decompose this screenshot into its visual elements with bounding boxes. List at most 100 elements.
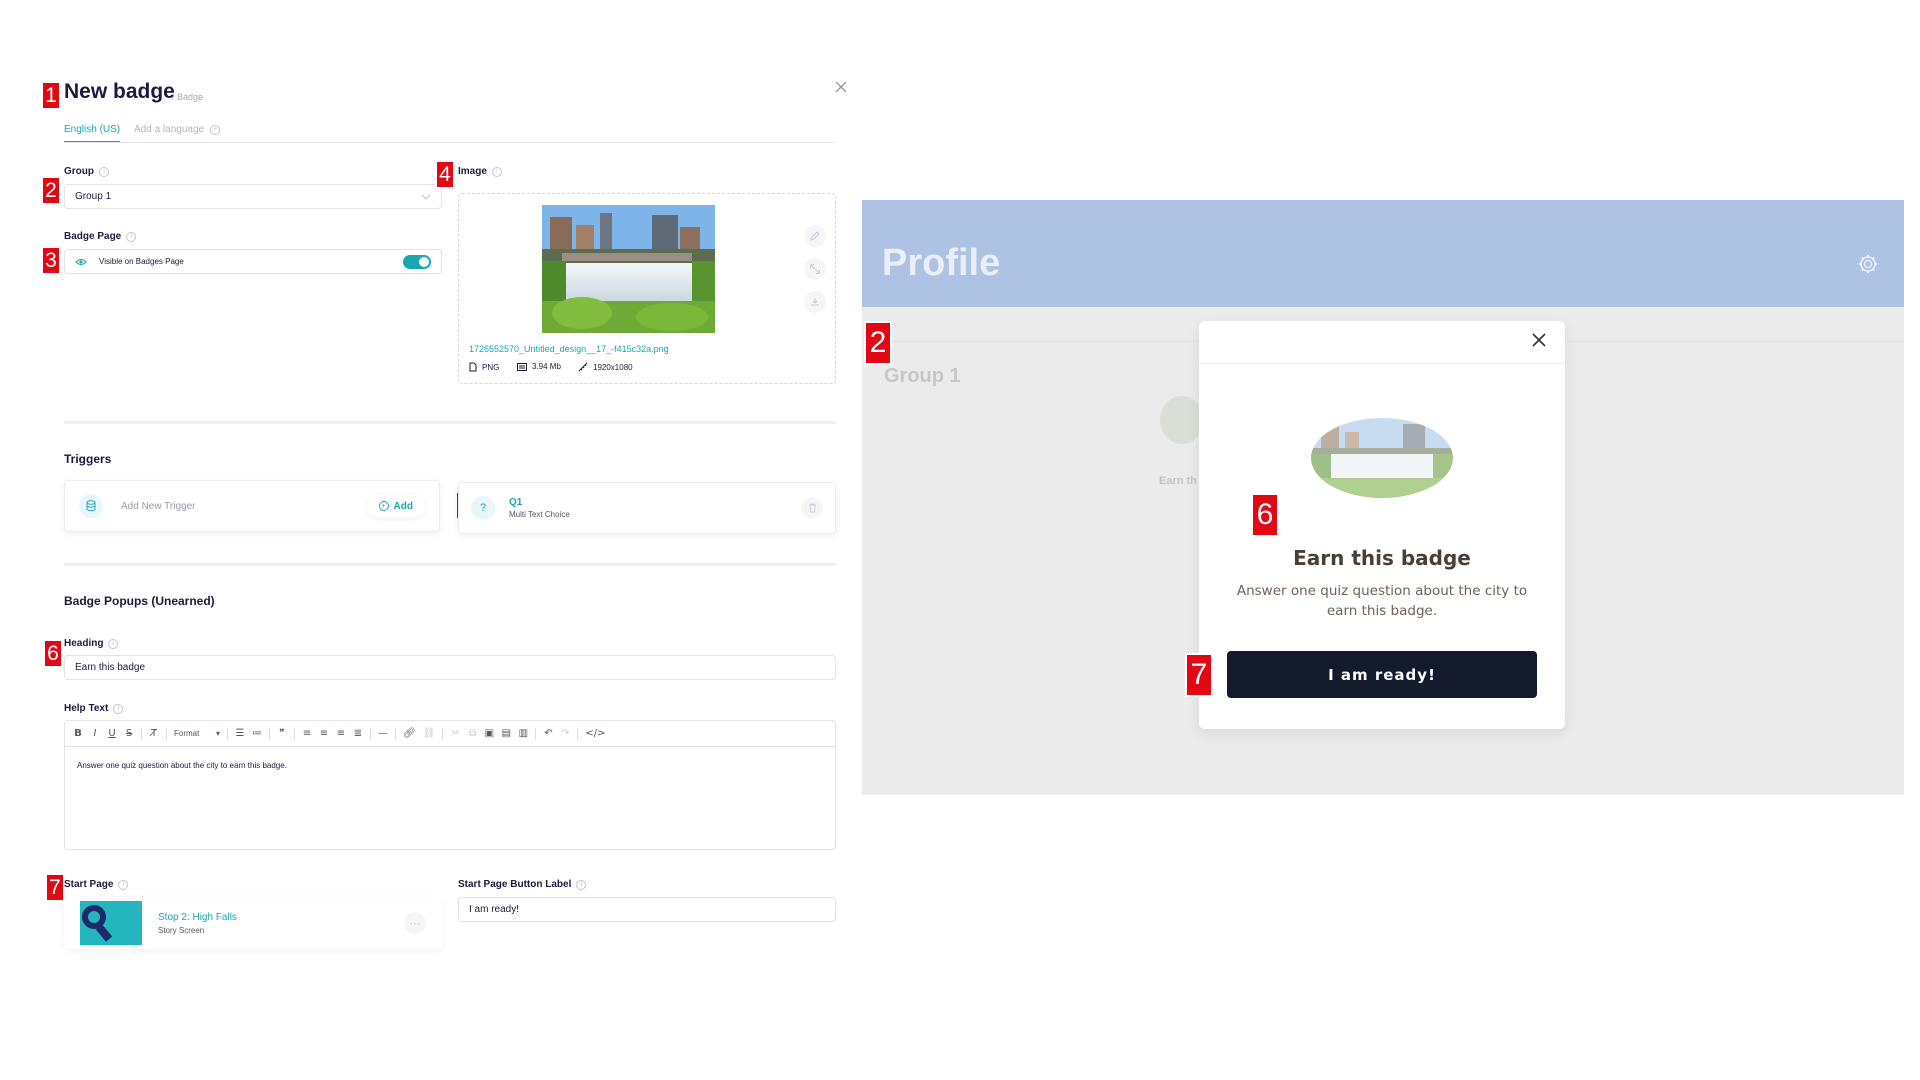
info-icon: i <box>491 166 502 177</box>
trigger-item[interactable]: ? Q1 Multi Text Choice <box>458 482 836 534</box>
trigger-item-subtitle: Multi Text Choice <box>509 510 570 519</box>
italic-icon[interactable]: I <box>90 728 100 739</box>
caret-down-icon: ▾ <box>215 729 220 738</box>
download-icon[interactable] <box>804 291 826 313</box>
start-page-label: Start Page i <box>64 879 129 890</box>
badge-image <box>1311 418 1453 498</box>
image-actions <box>804 225 826 313</box>
popup-heading: Earn this badge <box>1293 546 1471 570</box>
strikethrough-icon[interactable]: S <box>124 728 134 739</box>
image-file-type: PNG <box>469 362 499 372</box>
help-text-editor[interactable]: Answer one quiz question about the city … <box>64 746 836 850</box>
bullet-list-icon[interactable]: ≔ <box>252 728 262 739</box>
annotation-marker-7-preview: 7 <box>1185 653 1213 697</box>
link-icon[interactable]: 🔗︎ <box>403 728 416 739</box>
toolbar-separator <box>166 727 167 740</box>
edit-icon[interactable] <box>804 225 826 247</box>
clear-format-icon[interactable]: T̸ <box>149 728 159 739</box>
start-page-button-label-input[interactable]: I am ready! <box>458 897 836 922</box>
quote-icon[interactable]: ❞ <box>277 728 287 739</box>
image-label: Image i <box>458 166 502 177</box>
paste-icon[interactable]: ▣ <box>484 728 494 739</box>
ghost-badge-image <box>1160 396 1204 444</box>
image-file-size: 3.94 Mb <box>517 362 561 371</box>
badge-popups-title: Badge Popups (Unearned) <box>64 594 215 608</box>
toolbar-separator <box>269 727 270 740</box>
info-icon: i <box>126 231 137 242</box>
profile-title: Profile <box>882 242 1001 284</box>
gear-icon[interactable] <box>1857 253 1879 275</box>
toolbar-separator <box>395 727 396 740</box>
info-icon: i <box>99 166 109 177</box>
cut-icon[interactable]: ✂︎ <box>450 728 460 739</box>
paste-word-icon[interactable]: ▥ <box>518 728 528 739</box>
database-icon <box>79 494 103 518</box>
underline-icon[interactable]: U <box>107 728 117 739</box>
trash-icon[interactable] <box>801 497 823 519</box>
annotation-marker-2-preview: 2 <box>864 321 892 365</box>
badge-popup-modal: 6 Earn this badge Answer one quiz questi… <box>1185 321 1565 729</box>
redo-icon[interactable]: ↷ <box>560 728 570 739</box>
triggers-title: Triggers <box>64 452 112 466</box>
eye-icon <box>75 258 87 265</box>
section-divider <box>64 421 836 424</box>
storage-icon <box>517 362 527 371</box>
horizontal-rule-icon[interactable]: — <box>378 728 388 739</box>
numbered-list-icon[interactable]: ☰ <box>235 728 245 739</box>
start-page-subtitle: Story Screen <box>158 925 205 935</box>
group-select[interactable]: Group 1 <box>64 184 442 209</box>
i-am-ready-button[interactable]: I am ready! <box>1227 651 1537 698</box>
align-left-icon[interactable]: ≡ <box>302 728 312 739</box>
dimensions-text: 1920x1080 <box>593 362 633 372</box>
preview-group-label: Group 1 <box>884 365 961 387</box>
file-size-text: 3.94 Mb <box>532 362 561 371</box>
tab-english-us[interactable]: English (US) <box>64 124 121 143</box>
badge-page-visibility-row: Visible on Badges Page <box>64 249 442 274</box>
align-center-icon[interactable]: ≡ <box>319 728 329 739</box>
align-justify-icon[interactable]: ≣ <box>353 728 363 739</box>
help-text-label: Help Text i <box>64 703 124 714</box>
visibility-toggle[interactable] <box>403 254 431 269</box>
question-icon: ? <box>471 496 495 520</box>
paste-text-icon[interactable]: ▤ <box>501 728 511 739</box>
start-page-card[interactable]: Stop 2: High Falls Story Screen ⋯ <box>64 897 442 949</box>
heading-input[interactable]: Earn this badge <box>64 655 836 680</box>
copy-icon[interactable]: ⧉ <box>467 728 477 739</box>
more-options-icon[interactable]: ⋯ <box>404 912 426 934</box>
start-page-label-text: Start Page <box>64 879 114 890</box>
badge-page-label: Badge Page i <box>64 231 137 242</box>
unlink-icon[interactable]: ⛓︎ <box>423 728 436 739</box>
info-icon: i <box>113 703 124 714</box>
add-trigger-button-label: Add <box>393 500 413 512</box>
annotation-marker-2: 2 <box>41 176 61 205</box>
unlink-icon[interactable] <box>804 258 826 280</box>
rich-text-toolbar: B I U S T̸ Format ▾ ☰ ≔ ❞ ≡ ≡ ≡ ≣ — 🔗︎ ⛓︎… <box>64 720 836 746</box>
heading-label-text: Heading <box>64 638 104 649</box>
align-right-icon[interactable]: ≡ <box>336 728 346 739</box>
format-dropdown[interactable]: Format ▾ <box>174 729 220 738</box>
source-code-icon[interactable]: </> <box>585 728 605 739</box>
toolbar-separator <box>227 727 228 740</box>
annotation-marker-3: 3 <box>41 246 61 275</box>
help-text-label-text: Help Text <box>64 703 109 714</box>
toolbar-separator <box>535 727 537 740</box>
start-page-title: Stop 2: High Falls <box>158 911 237 923</box>
toolbar-separator <box>141 727 142 740</box>
bold-icon[interactable]: B <box>73 728 83 739</box>
image-file-name[interactable]: 1726552570_Untitled_design__17_-f415c32a… <box>469 344 669 354</box>
close-icon[interactable] <box>1532 333 1546 347</box>
page-title: New badge <box>64 80 175 103</box>
start-page-button-label-label: Start Page Button Label i <box>458 879 587 890</box>
undo-icon[interactable]: ↶ <box>543 728 553 739</box>
profile-preview: Profile 2 Group 1 Earn th 6 Earn this ba… <box>862 200 1904 795</box>
file-type-text: PNG <box>482 362 500 372</box>
toolbar-separator <box>370 727 371 740</box>
badge-image-thumbnail <box>542 205 715 333</box>
modal-divider <box>1199 363 1565 364</box>
add-trigger-button[interactable]: + Add <box>367 495 425 518</box>
section-divider <box>64 563 836 566</box>
plus-circle-icon: + <box>378 501 389 511</box>
story-screen-thumbnail <box>80 901 142 945</box>
tab-add-language[interactable]: Add a language + <box>134 124 221 135</box>
close-icon[interactable] <box>833 79 849 95</box>
